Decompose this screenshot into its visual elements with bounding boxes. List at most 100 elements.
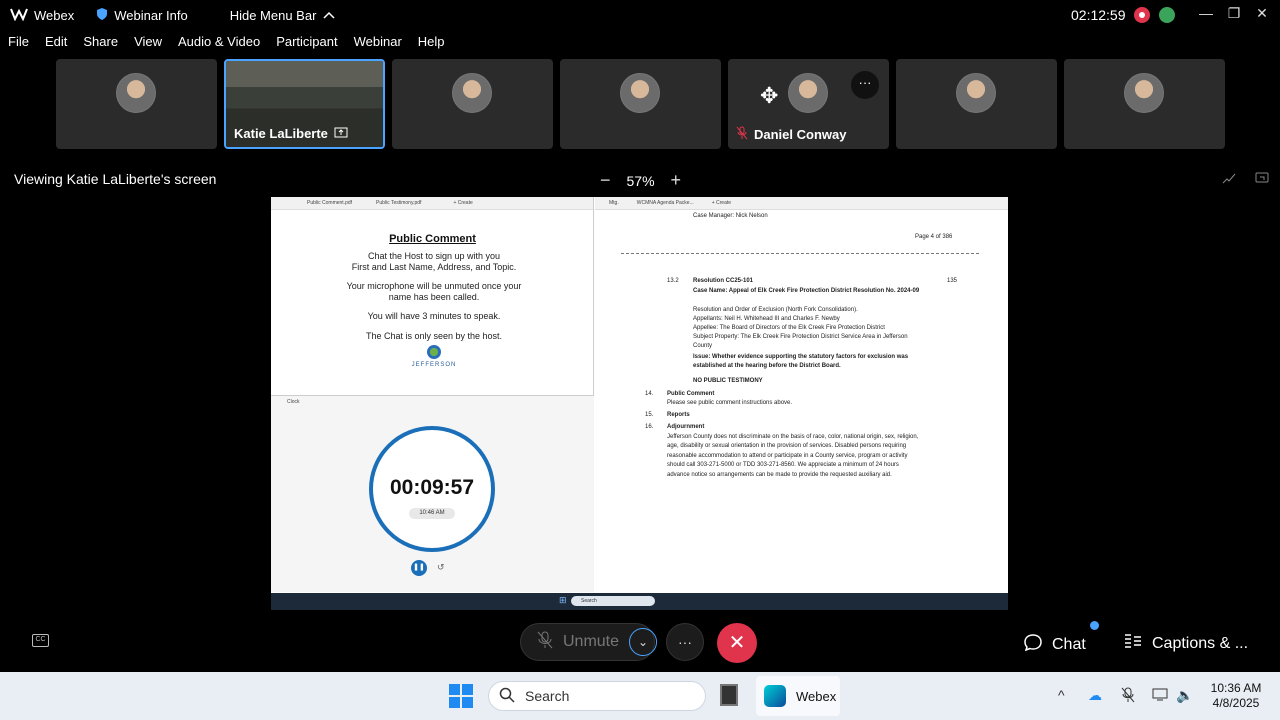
windows-taskbar: Search Webex ^ ☁ 🔈 10:36 AM 4/8/2025 xyxy=(0,672,1280,720)
doc-text: Case Name: Appeal of Elk Creek Fire Prot… xyxy=(693,288,920,294)
participant-tile[interactable] xyxy=(1064,59,1225,149)
doc-text: Case Manager: Nick Nelson xyxy=(693,213,768,219)
maximize-button[interactable]: ❐ xyxy=(1224,5,1244,22)
doc-text: Your microphone will be unmuted once you… xyxy=(346,281,522,291)
app-window-icon[interactable] xyxy=(720,684,738,706)
webinar-info-label: Webinar Info xyxy=(114,7,188,23)
share-screen-icon xyxy=(334,126,348,141)
pause-icon[interactable]: ❚❚ xyxy=(411,560,427,576)
hide-menu-label: Hide Menu Bar xyxy=(229,7,317,23)
zoom-level: 57% xyxy=(626,172,655,189)
system-date: 4/8/2025 xyxy=(1212,696,1260,710)
pdf-tab[interactable]: Mtg. xyxy=(609,200,619,206)
pdf-tab[interactable]: Public Comment.pdf xyxy=(307,200,352,206)
more-options-icon[interactable]: ··· xyxy=(851,71,879,99)
doc-text: First and Last Name, Address, and Topic. xyxy=(351,262,517,272)
chat-label: Chat xyxy=(1052,635,1086,653)
taskbar-search[interactable]: Search xyxy=(488,681,706,711)
network-icon[interactable] xyxy=(1152,687,1168,704)
search-placeholder: Search xyxy=(525,688,570,704)
shared-search: Search xyxy=(571,596,655,606)
chevron-down-icon[interactable]: ⌄ xyxy=(629,628,657,656)
mic-muted-tray-icon[interactable] xyxy=(1121,687,1135,706)
unmute-button[interactable]: Unmute ⌄ xyxy=(520,623,657,661)
webinar-info-button[interactable]: Webinar Info xyxy=(96,7,188,24)
meeting-timer: 02:12:59 xyxy=(1071,7,1126,23)
doc-text: Appellee: The Board of Directors of the … xyxy=(693,325,885,331)
doc-text: Chat the Host to sign up with you xyxy=(367,251,501,261)
menu-view[interactable]: View xyxy=(134,34,162,54)
zoom-in-button[interactable]: + xyxy=(671,170,682,191)
recording-icon[interactable] xyxy=(1134,7,1150,23)
webex-logo-icon xyxy=(10,7,28,24)
shared-screen[interactable]: Public Comment.pdf Public Testimony.pdf … xyxy=(271,197,1008,610)
participant-tile[interactable] xyxy=(56,59,217,149)
closed-captions-icon[interactable]: CC xyxy=(32,634,49,647)
avatar xyxy=(452,73,492,113)
reset-icon[interactable]: ↺ xyxy=(437,562,445,573)
volume-icon[interactable]: 🔈 xyxy=(1176,687,1193,704)
divider xyxy=(621,253,979,254)
item-number: 16. xyxy=(645,424,654,430)
menu-share[interactable]: Share xyxy=(83,34,118,54)
menu-participant[interactable]: Participant xyxy=(276,34,337,54)
viewing-label: Viewing Katie LaLiberte's screen xyxy=(14,171,217,187)
menu-audio-video[interactable]: Audio & Video xyxy=(178,34,260,54)
doc-heading: Public Comment xyxy=(667,391,715,397)
doc-title: Public Comment xyxy=(389,233,476,245)
close-button[interactable]: ✕ xyxy=(1252,5,1272,22)
pdf-tab-create[interactable]: + Create xyxy=(712,200,731,206)
windows-start-icon[interactable] xyxy=(449,684,473,708)
leave-meeting-button[interactable]: ✕ xyxy=(717,623,757,663)
annotate-icon[interactable] xyxy=(1222,172,1236,187)
menu-file[interactable]: File xyxy=(8,34,29,54)
jefferson-logo-icon xyxy=(427,345,441,359)
participant-tile-active-speaker[interactable]: Katie LaLiberte xyxy=(224,59,385,149)
timer-display: 00:09:57 xyxy=(389,476,475,499)
menu-edit[interactable]: Edit xyxy=(45,34,67,54)
hide-menu-bar-button[interactable]: Hide Menu Bar xyxy=(230,8,337,23)
taskbar-webex-app[interactable]: Webex xyxy=(756,676,840,716)
zoom-out-button[interactable]: − xyxy=(600,170,611,191)
pdf-tab[interactable]: WCMNA Agenda Packe... xyxy=(637,200,694,206)
system-clock[interactable]: 10:36 AM 4/8/2025 xyxy=(1206,681,1266,711)
pdf-viewer-right: Mtg. WCMNA Agenda Packe... + Create Case… xyxy=(595,197,1008,592)
clock-window-title: Clock xyxy=(287,399,300,405)
avatar xyxy=(116,73,156,113)
pdf-tabs: Public Comment.pdf Public Testimony.pdf … xyxy=(271,197,593,210)
chevron-up-icon xyxy=(322,8,336,23)
menu-help[interactable]: Help xyxy=(418,34,445,54)
unmute-label: Unmute xyxy=(563,633,620,650)
muted-mic-icon xyxy=(537,631,553,654)
more-options-button[interactable]: ··· xyxy=(666,623,704,661)
menu-webinar[interactable]: Webinar xyxy=(354,34,402,54)
participant-tile[interactable] xyxy=(896,59,1057,149)
item-page: 135 xyxy=(947,278,958,284)
doc-text: The Chat is only seen by the host. xyxy=(365,331,503,341)
doc-text: Subject Property: The Elk Creek Fire Pro… xyxy=(693,334,908,350)
network-health-icon[interactable] xyxy=(1159,7,1175,23)
participant-tile[interactable] xyxy=(560,59,721,149)
clock-window: Clock 00:09:57 10:46 AM ❚❚ ↺ xyxy=(271,395,594,592)
onedrive-icon[interactable]: ☁ xyxy=(1088,687,1102,704)
captions-button[interactable]: Captions & ... xyxy=(1124,633,1248,654)
timer-end-time: 10:46 AM xyxy=(409,508,455,519)
pop-out-icon[interactable] xyxy=(1255,172,1269,187)
chat-button[interactable]: Chat xyxy=(1024,633,1086,656)
muted-mic-icon xyxy=(736,126,748,143)
search-icon xyxy=(499,687,515,706)
item-number: 15. xyxy=(645,412,654,418)
participant-tile-hovered[interactable]: ✥ ··· Daniel Conway xyxy=(728,59,889,149)
participant-tile[interactable] xyxy=(392,59,553,149)
participant-name: Katie LaLiberte xyxy=(234,126,328,141)
webex-taskbar-label: Webex xyxy=(796,688,837,704)
pdf-tab-create[interactable]: + Create xyxy=(453,200,472,206)
shared-taskbar: ⊞ Search xyxy=(271,593,1008,610)
pdf-tab[interactable]: Public Testimony.pdf xyxy=(376,200,421,206)
minimize-button[interactable]: — xyxy=(1196,5,1216,21)
avatar xyxy=(788,73,828,113)
chevron-up-icon[interactable]: ^ xyxy=(1058,687,1065,703)
shield-icon xyxy=(96,7,108,24)
move-icon[interactable]: ✥ xyxy=(760,83,778,109)
webex-app-button[interactable]: Webex xyxy=(10,7,74,24)
